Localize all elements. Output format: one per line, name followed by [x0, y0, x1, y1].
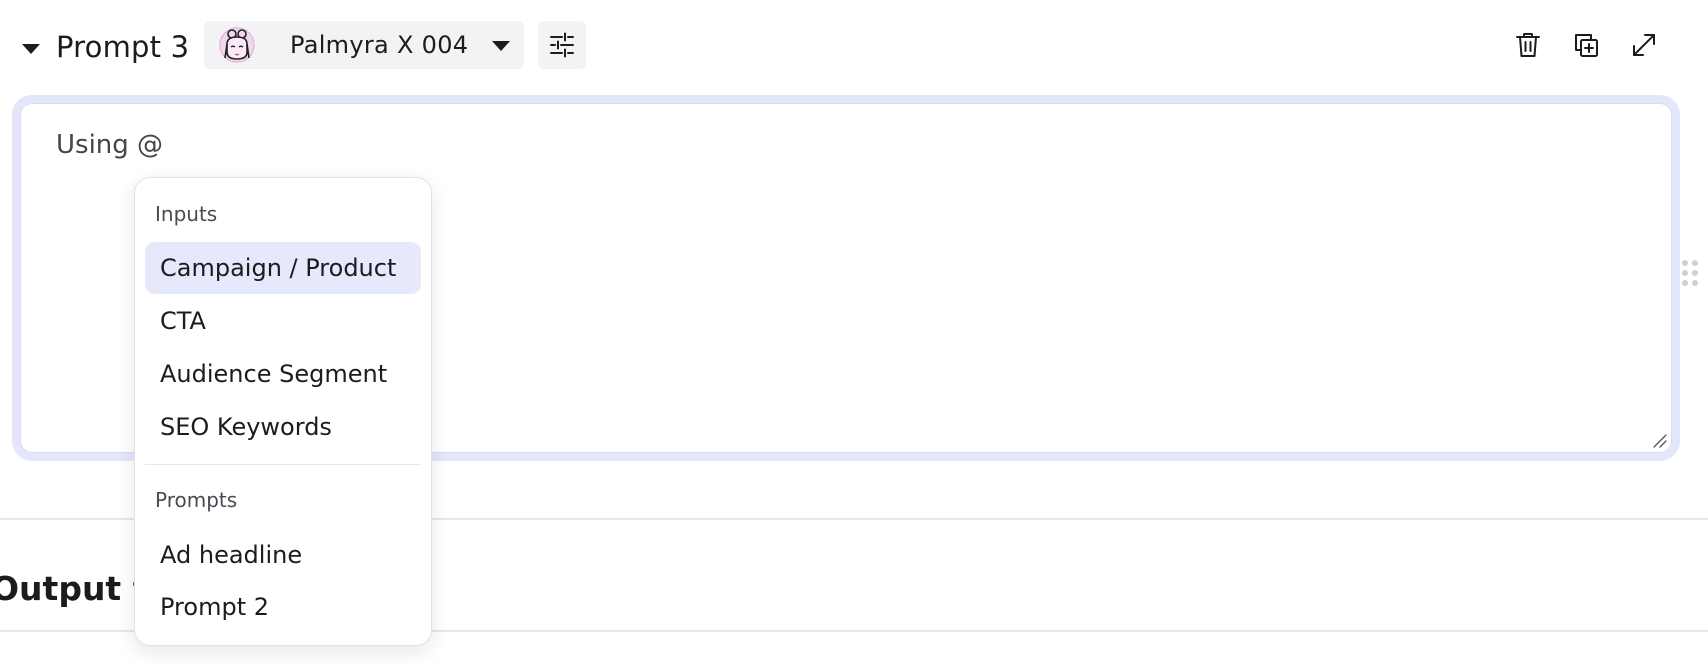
model-selector[interactable]: Palmyra X 004 [204, 21, 524, 69]
mention-dropdown: Inputs Campaign / Product CTA Audience S… [134, 177, 432, 646]
mention-item-prompt-2[interactable]: Prompt 2 [145, 581, 421, 633]
trash-icon [1516, 33, 1540, 57]
mention-item-campaign-product[interactable]: Campaign / Product [145, 242, 421, 294]
menu-separator [145, 464, 421, 465]
drag-handle-icon[interactable] [1680, 258, 1700, 288]
expand-icon [1633, 34, 1655, 56]
model-name: Palmyra X 004 [290, 31, 469, 59]
model-avatar-icon [218, 26, 256, 64]
mention-item-cta[interactable]: CTA [145, 295, 421, 347]
duplicate-prompt-button[interactable] [1569, 28, 1603, 62]
mention-item-ad-headline[interactable]: Ad headline [145, 529, 421, 581]
resize-handle-icon[interactable] [1651, 432, 1667, 448]
mention-item-audience-segment[interactable]: Audience Segment [145, 348, 421, 400]
inputs-group-label: Inputs [155, 202, 218, 226]
sliders-icon [550, 32, 574, 58]
duplicate-icon [1575, 34, 1598, 57]
prompts-group-label: Prompts [155, 488, 238, 512]
prompt-title: Prompt 3 [56, 30, 190, 64]
model-settings-button[interactable] [538, 21, 586, 69]
chevron-down-icon [490, 34, 512, 56]
expand-prompt-button[interactable] [1627, 28, 1661, 62]
mention-item-seo-keywords[interactable]: SEO Keywords [145, 401, 421, 453]
collapse-toggle-icon[interactable] [20, 38, 42, 60]
delete-prompt-button[interactable] [1511, 28, 1545, 62]
prompt-editor-text[interactable]: Using @ [56, 127, 163, 163]
